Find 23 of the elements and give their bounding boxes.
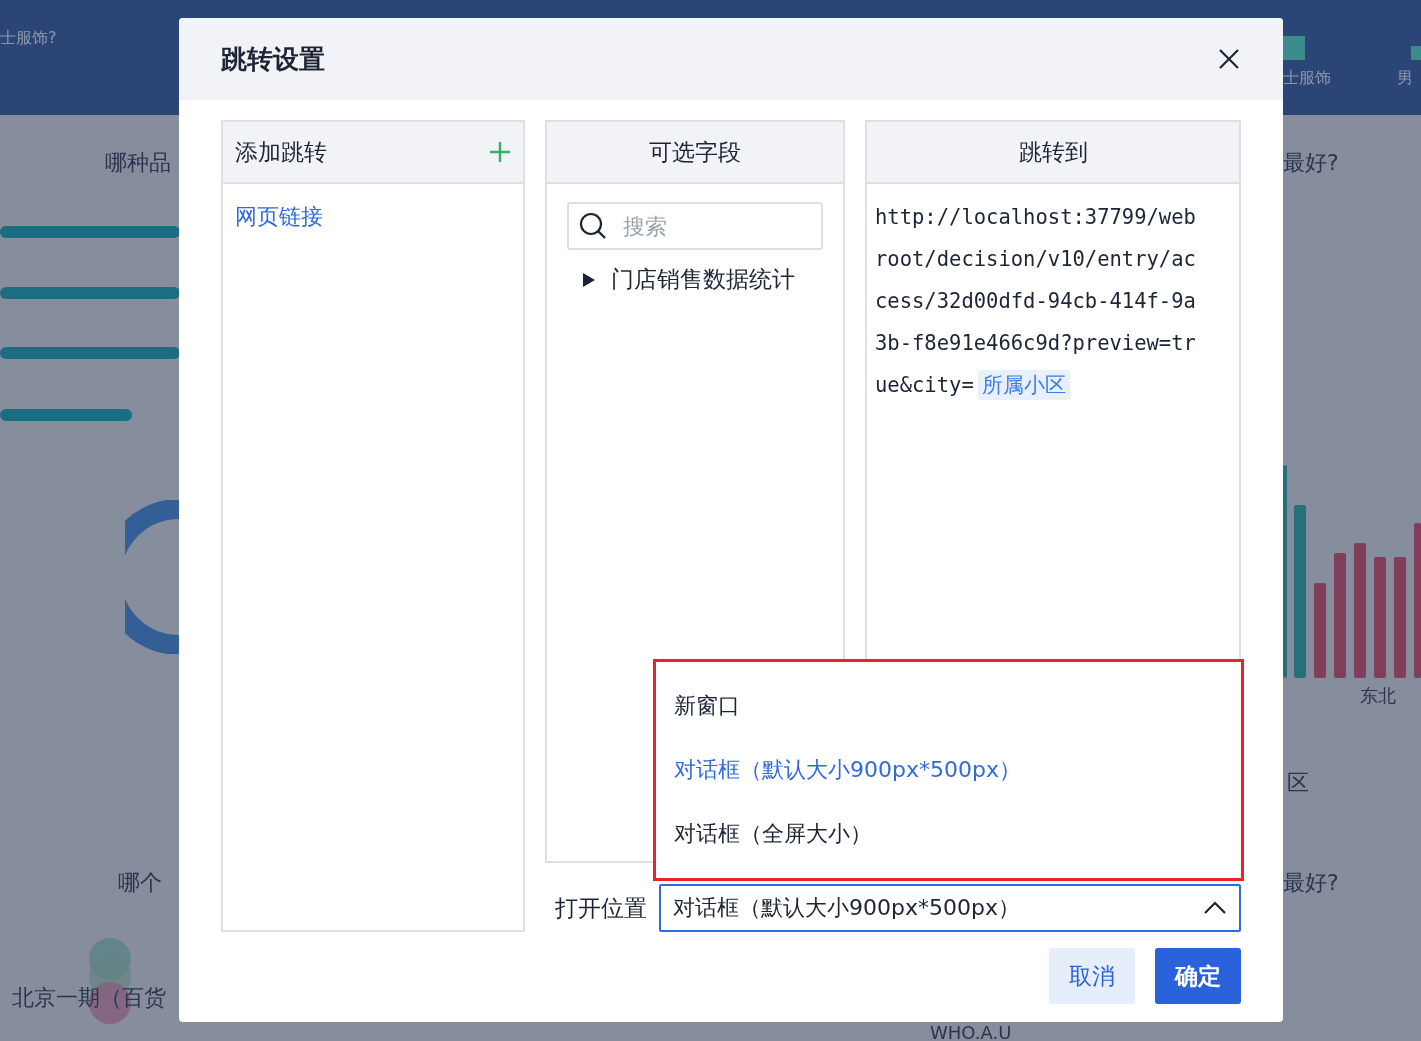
chart-title: 北京一期（百货 — [12, 984, 166, 1012]
tree-label: 门店销售数据统计 — [611, 265, 795, 294]
url-text: root/decision/v10/entry/ac — [875, 246, 1197, 273]
chart-title: 哪个 — [118, 869, 162, 897]
chart-title: 最好? — [1283, 149, 1339, 177]
legend-label: 士服饰? — [0, 28, 57, 49]
chart-title: 哪种品 — [105, 149, 171, 177]
panel-title: 添加跳转 — [235, 137, 327, 167]
url-text: cess/32d00dfd-94cb-414f-9a — [875, 288, 1197, 315]
url-text: http://localhost:37799/web — [875, 204, 1197, 231]
url-text: ue&city= — [875, 373, 974, 397]
field-label: 打开位置 — [555, 893, 647, 923]
legend-label: 男 — [1397, 68, 1413, 89]
url-text: 3b-f8e91e466c9d?preview=tr — [875, 330, 1197, 357]
chart-title: 区 — [1287, 769, 1309, 797]
axis-label: WHO.A.U — [930, 1022, 1012, 1041]
chart-title: 最好? — [1283, 869, 1339, 897]
panel-title: 跳转到 — [1018, 137, 1088, 167]
dialog-title: 跳转设置 — [221, 42, 325, 76]
axis-label: 东北 — [1360, 684, 1396, 708]
legend-label: 士服饰 — [1283, 68, 1331, 89]
field-token: 所属小区 — [977, 370, 1070, 400]
panel-title: 可选字段 — [649, 137, 741, 167]
